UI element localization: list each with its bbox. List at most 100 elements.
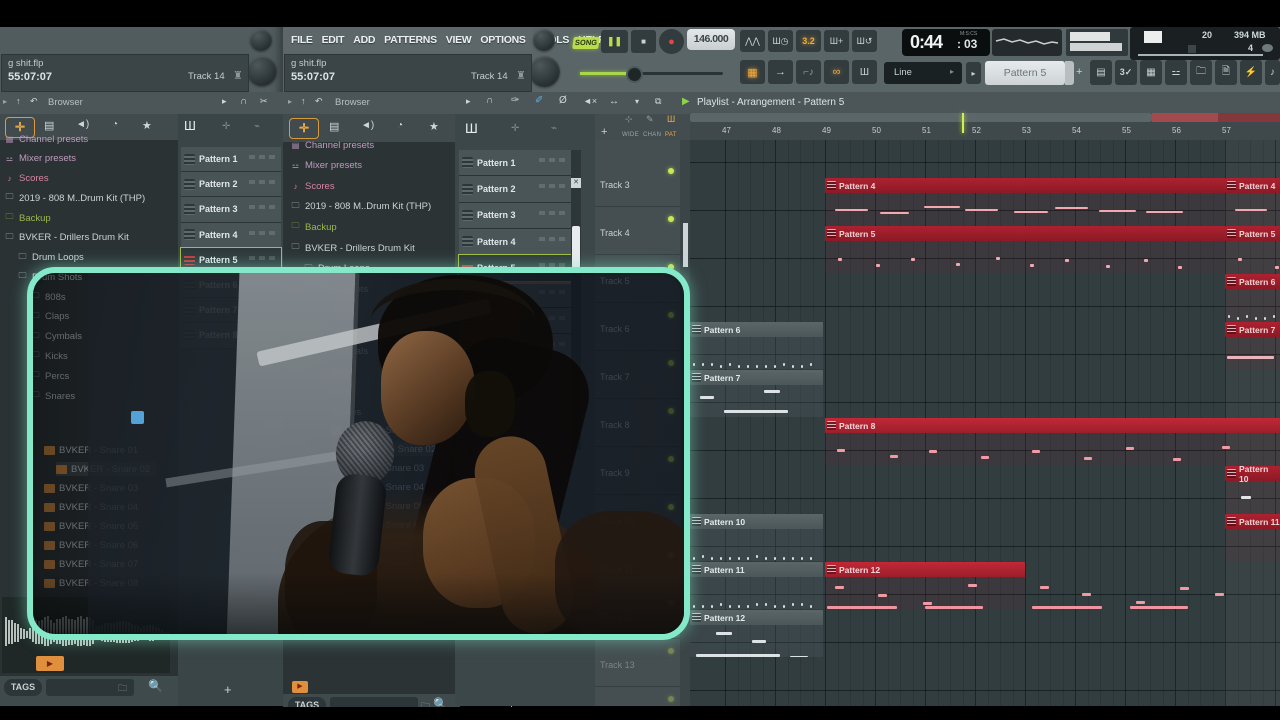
loop-record-icon[interactable]: Ш+: [824, 30, 849, 52]
pattern-item[interactable]: Pattern 3: [459, 202, 571, 230]
playlist-scroll-thumb[interactable]: [690, 113, 1152, 122]
tool-delete-icon[interactable]: Ø: [559, 95, 567, 106]
playlist-ruler[interactable]: 47 48 49 50 51 52 53 54 55 56 57: [690, 122, 1280, 140]
tool-slip-icon[interactable]: ✑: [511, 95, 519, 106]
add-pattern-button[interactable]: +: [224, 682, 232, 697]
metronome-icon[interactable]: ⋀⋀: [740, 30, 765, 52]
playlist-clip[interactable]: Pattern 5: [1225, 226, 1280, 273]
song-mode-badge[interactable]: SONG: [572, 37, 600, 49]
clip-icon[interactable]: ✂: [260, 96, 268, 107]
playlist-play-icon[interactable]: ▶: [682, 96, 690, 107]
pl-label-pat[interactable]: PAT: [665, 132, 677, 138]
move-icon-main[interactable]: ✛: [511, 123, 519, 134]
playlist-clip[interactable]: Pattern 7: [1225, 322, 1280, 369]
snap-selector[interactable]: Line ▸: [884, 62, 962, 84]
pl-add-icon[interactable]: +: [601, 126, 607, 138]
browser-tree-item[interactable]: 🗀 2019 - 808 M..Drum Kit (THP): [290, 200, 432, 214]
pattern-list-close[interactable]: ✕: [571, 178, 581, 188]
speaker-icon-main[interactable]: ◄): [361, 120, 374, 131]
undo-icon[interactable]: ↶: [30, 96, 38, 107]
browser-tree-item[interactable]: 🗀 Backup: [4, 211, 51, 225]
pattern-prev-button[interactable]: ▸: [966, 62, 981, 84]
pattern-item[interactable]: Pattern 2: [459, 176, 571, 203]
star-icon-main[interactable]: ★: [429, 120, 439, 133]
slide-icon[interactable]: ⌁: [254, 121, 260, 132]
countdown-button[interactable]: 3.2: [796, 30, 821, 52]
speaker-icon[interactable]: ◄): [76, 119, 89, 130]
pattern-scroll-thumb[interactable]: [572, 226, 580, 268]
channel-rack-icon[interactable]: ⚍: [1165, 60, 1187, 85]
presets-icon-main[interactable]: ▤: [329, 120, 339, 133]
oscilloscope[interactable]: [992, 29, 1062, 56]
mic-tool-icon[interactable]: ♪: [1265, 60, 1280, 85]
browser-window-icon[interactable]: 🗀: [1190, 60, 1212, 85]
pattern-item[interactable]: Pattern 4: [181, 222, 281, 248]
project-files-icon[interactable]: 🗎: [1215, 60, 1237, 85]
keyboard-preview[interactable]: [1066, 29, 1128, 56]
tool-stretch-icon[interactable]: ↔: [609, 96, 619, 107]
pattern-item[interactable]: Pattern 3: [181, 197, 281, 223]
browser-tree-item[interactable]: ⚍ Mixer presets: [4, 152, 76, 166]
pl-pencil-icon[interactable]: ⊹: [625, 114, 633, 125]
move-icon[interactable]: ✛: [222, 121, 230, 132]
track-name[interactable]: Track 13: [600, 660, 635, 670]
pattern-item[interactable]: Pattern 1: [181, 147, 281, 173]
playlist-scrollstrip[interactable]: [690, 113, 1280, 122]
browser-tree-item[interactable]: 🗀 Backup: [290, 220, 337, 234]
tags-button[interactable]: TAGS: [4, 679, 42, 696]
pl-label-chan[interactable]: CHAN: [643, 132, 661, 138]
bpm-display[interactable]: 146.000: [687, 29, 735, 50]
tool-zoom-icon[interactable]: ⧉: [655, 96, 661, 107]
browser-tree-item[interactable]: ♪ Scores: [290, 179, 335, 193]
playlist-clip[interactable]: Pattern 4: [825, 178, 1225, 225]
playlist-clip[interactable]: Pattern 11: [1225, 514, 1280, 561]
preview-play-button[interactable]: ▶: [36, 656, 64, 671]
playlist-clip[interactable]: [1030, 562, 1278, 609]
pattern-item[interactable]: Pattern 2: [181, 172, 281, 198]
blend-notes-icon[interactable]: Ш↺: [852, 30, 877, 52]
piano-icon-main[interactable]: Ш: [465, 120, 478, 136]
playlist-clip[interactable]: Pattern 6: [1225, 274, 1280, 321]
preview-play-button-main[interactable]: ▶: [292, 681, 308, 693]
track-mute-led[interactable]: [668, 216, 674, 222]
browser-tree-item[interactable]: ▤ Channel presets: [4, 132, 88, 146]
menu-options[interactable]: OPTIONS: [480, 34, 525, 46]
browser-tree-item[interactable]: 🗀 Drum Loops: [17, 251, 84, 265]
tool-magnet-icon[interactable]: ∩: [486, 95, 493, 106]
playlist-clip[interactable]: Pattern 12: [690, 610, 823, 657]
playlist-clip[interactable]: Pattern 6: [690, 322, 823, 369]
track-mute-led[interactable]: [668, 168, 674, 174]
playlist-clip[interactable]: Pattern 5: [825, 226, 1225, 273]
pl-label-wide[interactable]: WIDE: [622, 132, 639, 138]
playlist-window-icon[interactable]: ▤: [1090, 60, 1112, 85]
step-seq-icon[interactable]: 3✓: [1115, 60, 1137, 85]
step-arrow-icon[interactable]: →: [768, 60, 793, 84]
browser-tree-item[interactable]: 🗀 2019 - 808 M..Drum Kit (THP): [4, 191, 146, 205]
tool-more-icon[interactable]: ▾: [635, 97, 639, 106]
time-display[interactable]: 0:44 : 03 M:S:CS: [902, 29, 990, 56]
pattern-stepper[interactable]: [1065, 61, 1074, 85]
playlist-clip[interactable]: Pattern 7: [690, 370, 823, 417]
note-slide-icon[interactable]: ⌐♪: [796, 60, 821, 84]
mixer-window-icon[interactable]: ▦: [1140, 60, 1162, 85]
pattern-selector-display[interactable]: Pattern 5: [985, 61, 1065, 85]
menu-add[interactable]: ADD: [353, 34, 375, 46]
step-edit-icon[interactable]: ▦: [740, 60, 765, 84]
wait-input-icon[interactable]: Ш◷: [768, 30, 793, 52]
menu-view[interactable]: VIEW: [446, 34, 472, 46]
playhead[interactable]: [962, 113, 964, 133]
slide-icon-main[interactable]: ⌁: [551, 123, 557, 134]
pl-pat-icon[interactable]: Ш: [667, 114, 675, 124]
playlist-clip[interactable]: Pattern 12: [825, 562, 1025, 609]
play-tool-icon[interactable]: ▸: [222, 96, 227, 107]
main-volume-slider[interactable]: [580, 66, 723, 83]
pitch-knob-main[interactable]: [533, 29, 555, 51]
playlist-clip[interactable]: Pattern 4: [1225, 178, 1280, 225]
track-name[interactable]: Track 4: [600, 228, 630, 238]
volume-knob-main[interactable]: [529, 56, 560, 87]
presets-icon[interactable]: ▤: [44, 119, 54, 132]
collapse-icon-main[interactable]: ▸: [288, 97, 292, 106]
up-icon-main[interactable]: ↑: [301, 96, 306, 106]
tool-mute-icon[interactable]: ◄×: [583, 96, 597, 106]
browser-tree-item[interactable]: ⚍ Mixer presets: [290, 159, 362, 173]
